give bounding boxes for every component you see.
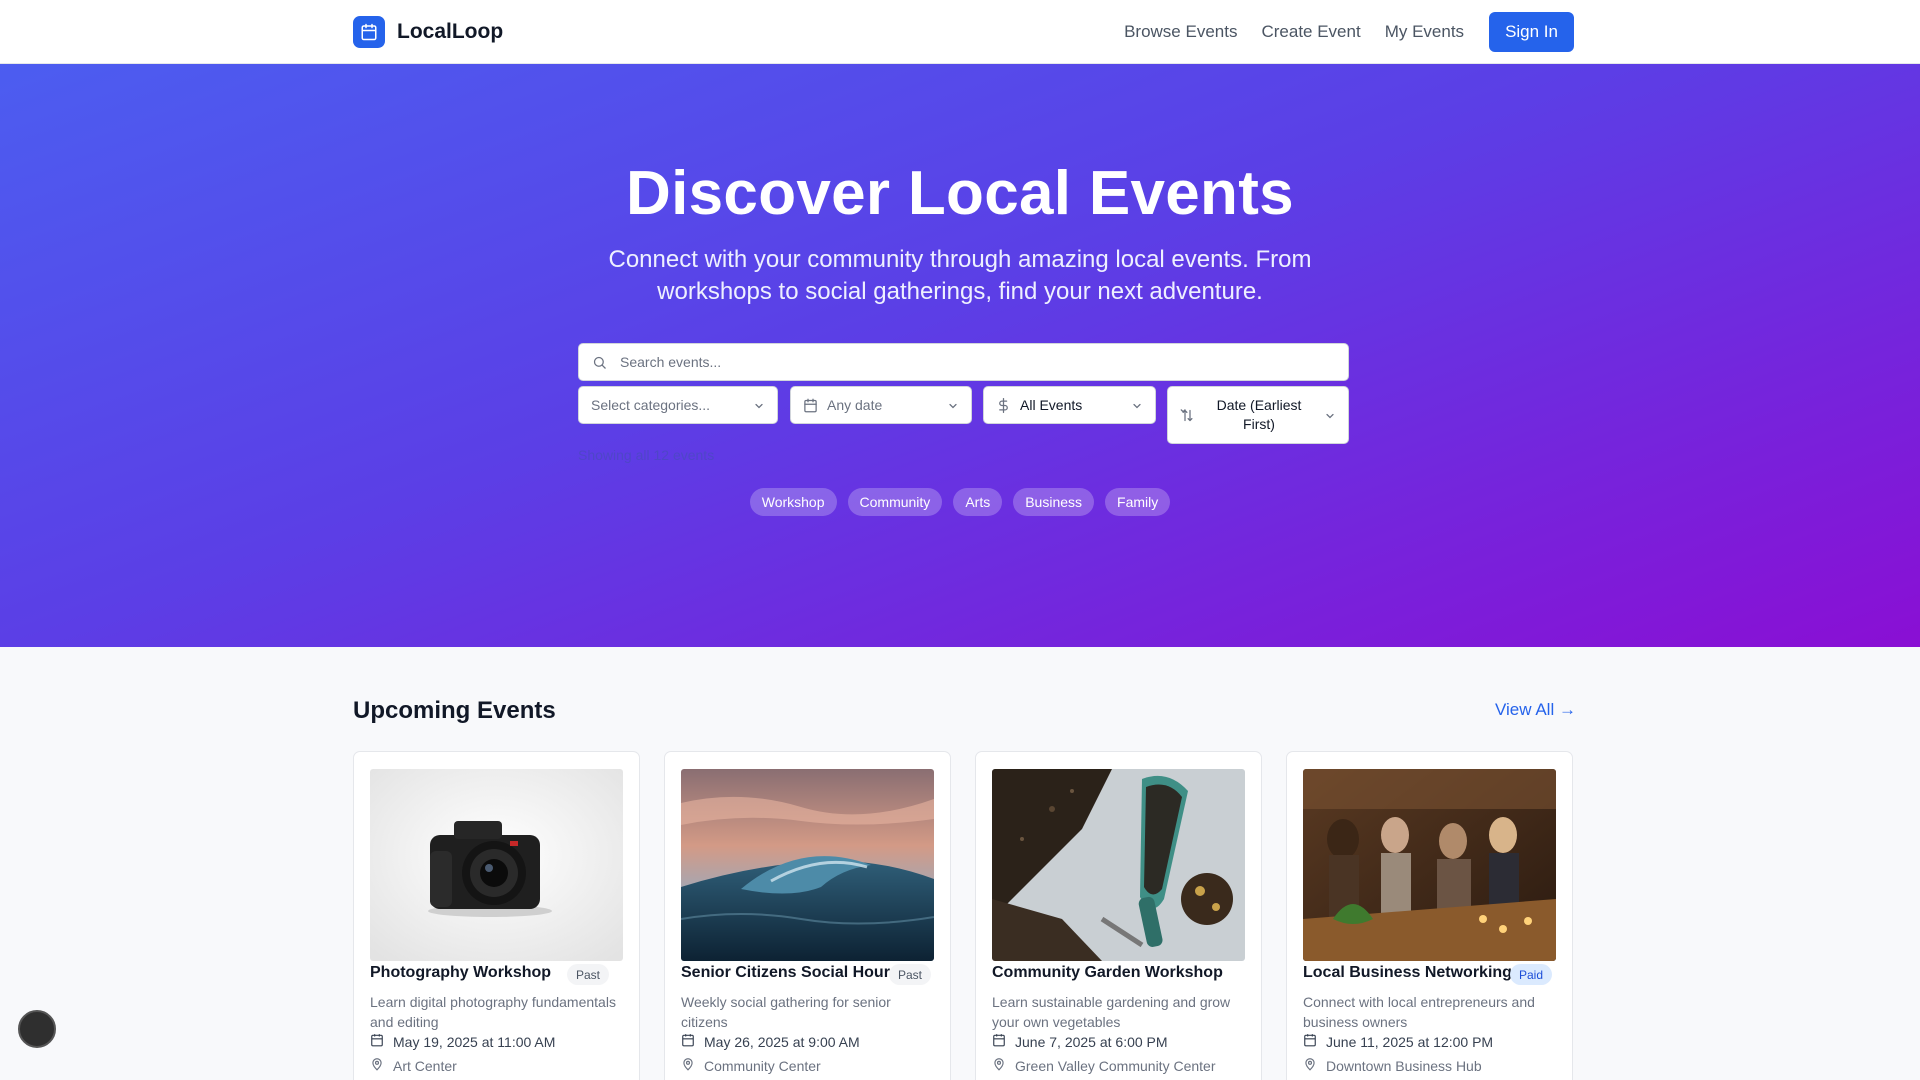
event-location: Downtown Business Hub bbox=[1303, 1057, 1482, 1074]
calendar-icon bbox=[353, 16, 385, 48]
event-date-text: June 11, 2025 at 12:00 PM bbox=[1326, 1033, 1494, 1050]
floating-action-button[interactable] bbox=[18, 1010, 56, 1048]
event-date-text: June 7, 2025 at 6:00 PM bbox=[1015, 1033, 1168, 1050]
event-date: June 7, 2025 at 6:00 PM bbox=[992, 1033, 1168, 1050]
map-pin-icon bbox=[992, 1057, 1006, 1074]
chevron-down-icon bbox=[753, 399, 765, 411]
event-image-ocean-wave bbox=[681, 769, 934, 961]
event-date: May 26, 2025 at 9:00 AM bbox=[681, 1033, 860, 1050]
chevron-down-icon bbox=[1131, 399, 1143, 411]
event-description: Connect with local entrepreneurs and bus… bbox=[1303, 994, 1535, 1030]
brand-name: LocalLoop bbox=[397, 20, 504, 43]
event-location-text: Green Valley Community Center bbox=[1015, 1057, 1216, 1074]
category-select[interactable]: Select categories... bbox=[578, 386, 778, 424]
sort-select[interactable]: Date (Earliest First) bbox=[1167, 386, 1349, 444]
main-nav: Browse Events Create Event My Events Sig… bbox=[1124, 12, 1574, 52]
tag-business[interactable]: Business bbox=[1013, 488, 1095, 516]
tag-family[interactable]: Family bbox=[1105, 488, 1171, 516]
price-select-label: All Events bbox=[1020, 397, 1083, 413]
dollar-icon bbox=[996, 397, 1012, 413]
event-title: Local Business Networking bbox=[1303, 964, 1512, 981]
top-navbar: LocalLoop Browse Events Create Event My … bbox=[0, 0, 1920, 64]
calendar-icon bbox=[370, 1033, 384, 1050]
brand[interactable]: LocalLoop bbox=[353, 16, 503, 48]
event-image-camera bbox=[370, 769, 623, 961]
date-select-label: Any date bbox=[827, 397, 883, 413]
calendar-icon bbox=[1303, 1033, 1317, 1050]
date-select[interactable]: Any date bbox=[790, 386, 972, 424]
category-select-label: Select categories... bbox=[591, 397, 711, 413]
status-badge: Past bbox=[567, 964, 610, 985]
category-tags: Workshop Community Arts Business Family bbox=[0, 488, 1920, 516]
event-location-text: Downtown Business Hub bbox=[1326, 1057, 1482, 1074]
event-title: Community Garden Workshop bbox=[992, 964, 1223, 981]
tag-community[interactable]: Community bbox=[847, 488, 943, 516]
sort-arrows-icon bbox=[1180, 407, 1196, 423]
status-badge: Paid bbox=[1510, 964, 1553, 985]
event-location-text: Community Center bbox=[704, 1057, 821, 1074]
search-icon bbox=[592, 353, 610, 371]
search-bar[interactable] bbox=[578, 343, 1349, 381]
event-location: Art Center bbox=[370, 1057, 457, 1074]
search-input[interactable] bbox=[620, 354, 1320, 370]
results-count: Showing all 12 events bbox=[578, 447, 715, 463]
event-card[interactable]: Local Business Networking Paid Connect w… bbox=[1286, 751, 1573, 1080]
upcoming-events-title: Upcoming Events bbox=[353, 697, 556, 724]
nav-browse-events[interactable]: Browse Events bbox=[1124, 22, 1237, 42]
event-location: Green Valley Community Center bbox=[992, 1057, 1215, 1074]
calendar-icon bbox=[992, 1033, 1006, 1050]
map-pin-icon bbox=[370, 1057, 384, 1074]
event-title: Senior Citizens Social Hour bbox=[681, 964, 890, 981]
sort-select-label: Date (Earliest First) bbox=[1216, 397, 1302, 432]
event-card[interactable]: Community Garden Workshop Learn sustaina… bbox=[975, 751, 1262, 1080]
event-description: Weekly social gathering for senior citiz… bbox=[681, 994, 891, 1030]
hero-subtitle: Connect with your community through amaz… bbox=[608, 246, 1312, 305]
calendar-icon bbox=[803, 397, 819, 413]
nav-create-event[interactable]: Create Event bbox=[1261, 22, 1360, 42]
tag-workshop[interactable]: Workshop bbox=[749, 488, 837, 516]
hero-section: Discover Local Events Connect with your … bbox=[0, 64, 1920, 647]
event-image-garden-trowel bbox=[992, 769, 1245, 961]
event-date: June 11, 2025 at 12:00 PM bbox=[1303, 1033, 1493, 1050]
event-location-text: Art Center bbox=[393, 1057, 457, 1074]
event-card[interactable]: Photography Workshop Past Learn digital … bbox=[353, 751, 640, 1080]
event-description: Learn digital photography fundamentals a… bbox=[370, 994, 616, 1030]
navbar-inner: LocalLoop Browse Events Create Event My … bbox=[353, 0, 1574, 64]
event-title: Photography Workshop bbox=[370, 964, 552, 981]
event-card[interactable]: Senior Citizens Social Hour Past Weekly … bbox=[664, 751, 951, 1080]
event-location: Community Center bbox=[681, 1057, 821, 1074]
price-select[interactable]: All Events bbox=[983, 386, 1156, 424]
map-pin-icon bbox=[681, 1057, 695, 1074]
chevron-down-icon bbox=[1324, 409, 1336, 421]
view-all-link[interactable]: View All → bbox=[1495, 700, 1576, 720]
calendar-icon bbox=[681, 1033, 695, 1050]
status-badge: Past bbox=[889, 964, 932, 985]
event-date: May 19, 2025 at 11:00 AM bbox=[370, 1033, 555, 1050]
event-date-text: May 19, 2025 at 11:00 AM bbox=[393, 1033, 556, 1050]
chevron-down-icon bbox=[947, 399, 959, 411]
map-pin-icon bbox=[1303, 1057, 1317, 1074]
event-image-networking-people bbox=[1303, 769, 1556, 961]
tag-arts[interactable]: Arts bbox=[953, 488, 1003, 516]
nav-my-events[interactable]: My Events bbox=[1385, 22, 1464, 42]
sign-in-button[interactable]: Sign In bbox=[1489, 12, 1574, 52]
event-description: Learn sustainable gardening and grow you… bbox=[992, 994, 1231, 1030]
event-date-text: May 26, 2025 at 9:00 AM bbox=[704, 1033, 860, 1050]
hero-title: Discover Local Events bbox=[626, 159, 1294, 228]
